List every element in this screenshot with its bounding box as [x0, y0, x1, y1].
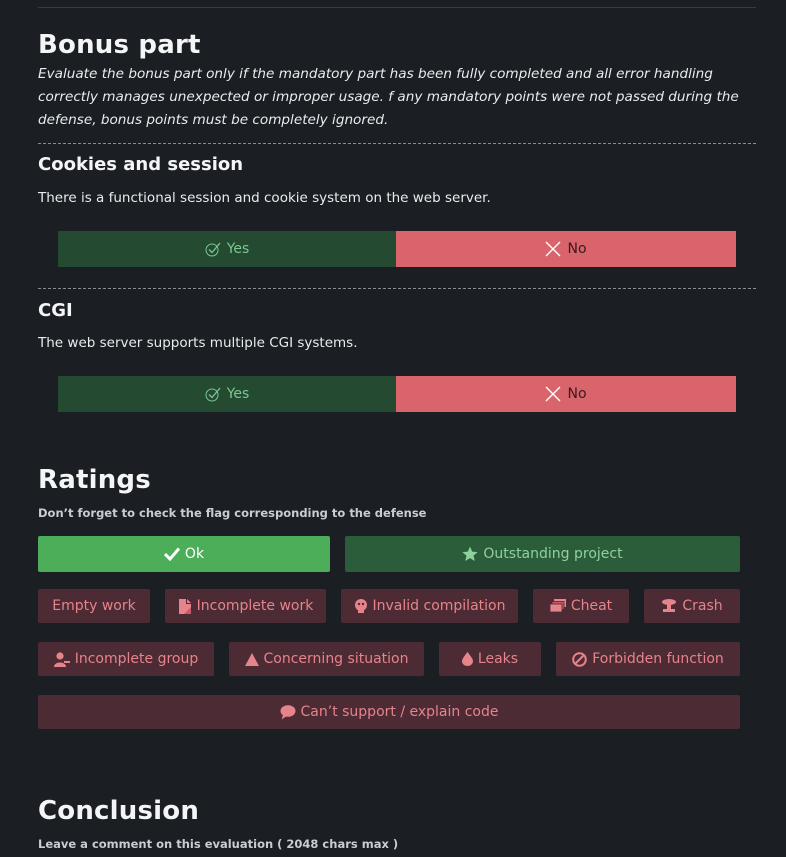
top-divider: [38, 7, 756, 8]
no-label: No: [567, 241, 587, 257]
flag-leaks-button[interactable]: Leaks: [439, 642, 541, 676]
no-label: No: [567, 386, 587, 402]
flag-cheat-button[interactable]: Cheat: [533, 589, 629, 623]
document-icon: [178, 598, 191, 614]
flag-cant-support-button[interactable]: Can’t support / explain code: [38, 695, 740, 729]
flag-forbidden-function-label: Forbidden function: [592, 651, 724, 667]
check-circle-icon: [205, 387, 221, 402]
yes-label: Yes: [226, 241, 250, 257]
flag-invalid-compilation-button[interactable]: Invalid compilation: [341, 589, 518, 623]
flag-incomplete-work-button[interactable]: Incomplete work: [165, 589, 326, 623]
flag-cheat-label: Cheat: [570, 598, 613, 614]
yes-label: Yes: [226, 386, 250, 402]
close-icon: [545, 241, 561, 257]
ratings-note: Don’t forget to check the flag correspon…: [38, 506, 427, 520]
question-title-cookies: Cookies and session: [38, 154, 244, 175]
flag-incomplete-group-label: Incomplete group: [74, 651, 199, 667]
flag-outstanding-label: Outstanding project: [483, 546, 623, 562]
check-circle-icon: [205, 242, 221, 257]
conclusion-title: Conclusion: [38, 796, 200, 826]
flag-incomplete-work-label: Incomplete work: [196, 598, 314, 614]
explosion-icon: [662, 599, 677, 612]
flag-cant-support-label: Can’t support / explain code: [300, 704, 499, 720]
ratings-title: Ratings: [38, 465, 151, 495]
no-button-cgi[interactable]: No: [396, 376, 736, 412]
question-text-cgi: The web server supports multiple CGI sys…: [38, 335, 358, 351]
conclusion-note: Leave a comment on this evaluation ( 204…: [38, 837, 399, 851]
flag-concerning-situation-button[interactable]: Concerning situation: [229, 642, 424, 676]
flag-concerning-situation-label: Concerning situation: [263, 651, 409, 667]
check-icon: [163, 547, 180, 561]
flag-ok-button[interactable]: Ok: [38, 536, 330, 572]
speech-bubble-icon: [280, 704, 296, 719]
flag-incomplete-group-button[interactable]: Incomplete group: [38, 642, 214, 676]
no-button-cookies[interactable]: No: [396, 231, 736, 267]
question-text-cookies: There is a functional session and cookie…: [38, 190, 491, 206]
user-minus-icon: [53, 651, 70, 667]
bonus-description: Evaluate the bonus part only if the mand…: [38, 66, 739, 128]
yes-no-group-cgi: Yes No: [58, 376, 736, 412]
stack-icon: [549, 599, 566, 613]
flag-empty-work-button[interactable]: Empty work: [38, 589, 150, 623]
star-icon: [462, 546, 478, 561]
drop-icon: [461, 652, 473, 666]
flag-leaks-label: Leaks: [477, 651, 519, 667]
question-title-cgi: CGI: [38, 300, 73, 321]
bug-icon: [354, 599, 367, 613]
flag-crash-button[interactable]: Crash: [644, 589, 740, 623]
flag-crash-label: Crash: [682, 598, 723, 614]
bonus-title: Bonus part: [38, 30, 201, 60]
flag-empty-work-label: Empty work: [52, 598, 136, 614]
section-divider: [38, 288, 756, 289]
section-divider: [38, 143, 756, 144]
close-icon: [545, 386, 561, 402]
flag-outstanding-button[interactable]: Outstanding project: [345, 536, 740, 572]
flag-forbidden-function-button[interactable]: Forbidden function: [556, 642, 740, 676]
yes-button-cookies[interactable]: Yes: [58, 231, 396, 267]
flag-ok-label: Ok: [184, 546, 205, 562]
yes-button-cgi[interactable]: Yes: [58, 376, 396, 412]
ban-icon: [572, 651, 588, 667]
warning-icon: [244, 652, 259, 666]
yes-no-group-cookies: Yes No: [58, 231, 736, 267]
flag-invalid-compilation-label: Invalid compilation: [372, 598, 506, 614]
